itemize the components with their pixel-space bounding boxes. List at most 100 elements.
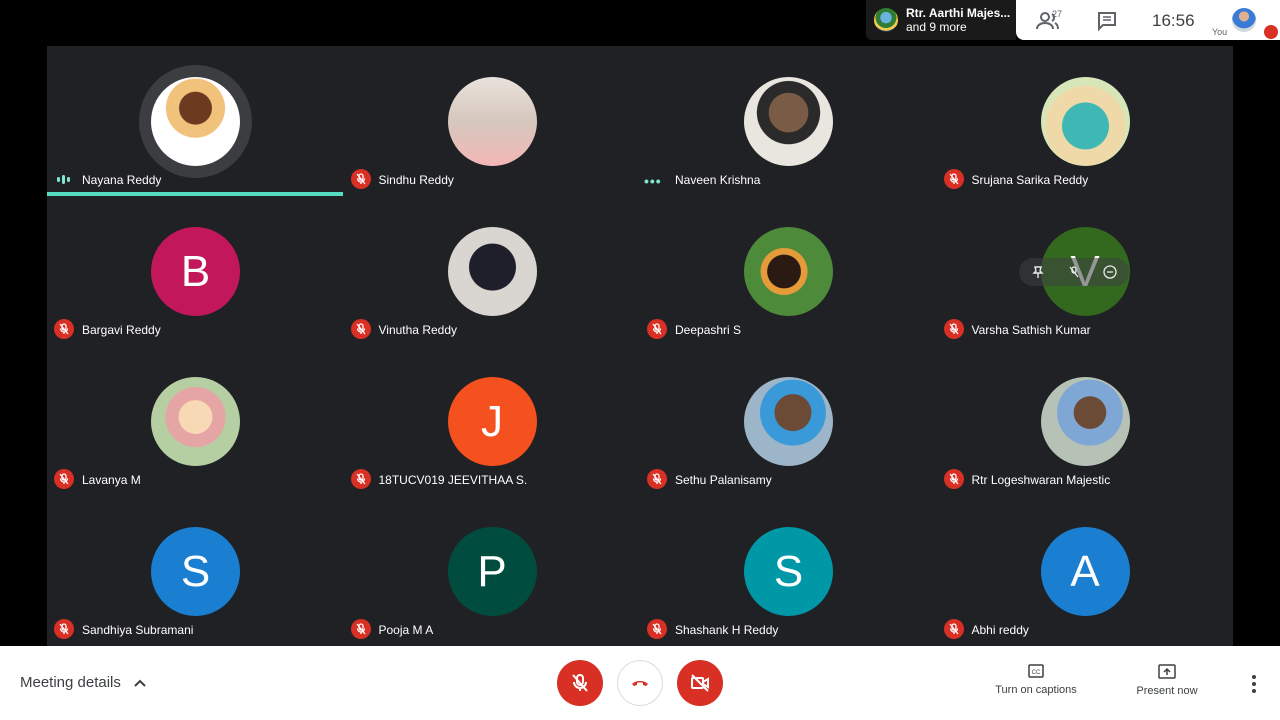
participant-avatar: J [447,377,537,466]
mic-off-icon [350,319,371,339]
participant-tile[interactable]: S Shashank H Reddy [640,496,937,646]
chat-icon[interactable] [1096,10,1118,32]
participant-tile[interactable]: B Bargavi Reddy [47,196,344,346]
participant-tile[interactable]: Nayana Reddy [47,46,344,196]
bottom-bar: Meeting details CC Turn on captions Pres… [0,646,1280,720]
mic-off-icon [647,619,667,639]
meeting-details-button[interactable]: Meeting details [20,674,121,691]
audio-dots-icon: ••• [644,173,662,189]
avatar-letter: B [180,246,211,296]
speaking-indicator-icon [57,174,73,184]
hang-up-button[interactable] [617,660,663,706]
avatar-letter: P [477,546,507,596]
participant-avatar [447,227,537,316]
participant-name: Pooja M A [378,623,434,637]
participant-name: Nayana Reddy [82,173,162,187]
participant-tile[interactable]: Sethu Palanisamy [640,346,937,496]
mic-off-icon [54,319,74,339]
chevron-up-icon[interactable] [133,676,147,690]
participant-avatar: P [447,527,537,616]
participant-name: Sethu Palanisamy [675,473,772,487]
more-options-icon[interactable] [1244,672,1264,696]
avatar-letter: S [180,546,211,596]
people-count: 27 [1052,9,1063,19]
participant-avatar [1040,77,1130,166]
participant-tile[interactable]: S Sandhiya Subramani [47,496,344,646]
tile-hover-controls[interactable] [1018,258,1129,286]
presenter-more: and 9 more [906,20,967,34]
mic-off-icon [647,319,667,339]
participant-avatar [744,377,833,466]
participant-avatar [151,77,240,166]
self-mic-off-icon [1264,25,1278,39]
mic-off-icon [350,469,371,489]
participant-avatar: A [1040,527,1130,616]
participant-name: Abhi reddy [971,623,1029,637]
participant-name: Vinutha Reddy [378,323,458,337]
captions-icon: CC [1028,664,1044,678]
avatar-letter: A [1070,546,1100,596]
present-label: Present now [1136,685,1198,697]
participant-tile[interactable]: J 18TUCV019 JEEVITHAA S. [344,346,641,496]
mic-off-icon [943,469,964,489]
mic-off-icon [54,469,74,489]
present-now-button[interactable]: Present now [1130,664,1204,697]
participant-avatar [744,77,833,166]
mic-toggle-button[interactable] [557,660,603,706]
avatar-letter: J [481,396,503,446]
mic-off-icon [943,619,964,639]
participant-avatar: S [151,527,240,616]
participant-avatar [744,227,833,316]
participant-tile[interactable]: Rtr Logeshwaran Majestic [937,346,1234,496]
mic-off-icon [943,169,964,189]
participant-name: 18TUCV019 JEEVITHAA S. [378,473,528,487]
participant-avatar [447,77,537,166]
participant-tile[interactable]: ••• Naveen Krishna [640,46,937,196]
mic-off-icon [350,619,371,639]
remove-icon[interactable] [1102,265,1117,279]
participant-avatar [1040,377,1130,466]
participant-tile[interactable]: Vinutha Reddy [344,196,641,346]
self-label: You [1212,27,1228,37]
presenter-name: Rtr. Aarthi Majes... [906,6,1011,20]
camera-toggle-button[interactable] [677,660,723,706]
camera-off-icon [691,674,709,692]
participant-name: Rtr Logeshwaran Majestic [971,473,1111,487]
pin-icon[interactable] [1031,265,1045,279]
mic-off-icon [572,674,588,692]
participant-name: Sandhiya Subramani [82,623,194,637]
participant-tile[interactable]: A Abhi reddy [937,496,1234,646]
participant-avatar [151,377,240,466]
clock: 16:56 [1152,11,1195,30]
presenter-chip[interactable]: Rtr. Aarthi Majes... and 9 more [866,0,1016,40]
participant-tile[interactable]: Deepashri S [640,196,937,346]
participant-tile[interactable]: VVarsha Sathish Kumar [937,196,1234,346]
phone-hangup-icon [632,681,648,686]
svg-text:CC: CC [1032,670,1041,676]
top-bar: Rtr. Aarthi Majes... and 9 more 27 16:56… [0,0,1280,46]
present-screen-icon [1158,664,1176,679]
participant-grid: Nayana Reddy Sindhu Reddy ••• Naveen Krishn… [47,46,1233,646]
meet-window: Rtr. Aarthi Majes... and 9 more 27 16:56… [0,0,1280,720]
participant-tile[interactable]: Lavanya M [47,346,344,496]
participant-name: Sindhu Reddy [378,173,454,187]
participant-name: Bargavi Reddy [82,323,161,337]
participant-tile[interactable]: Srujana Sarika Reddy [937,46,1234,196]
avatar-letter: S [773,546,804,596]
top-panel: 27 16:56 You [1016,0,1280,40]
mute-participant-icon[interactable] [1067,265,1081,279]
presenter-logo-icon [874,8,898,32]
participant-name: Srujana Sarika Reddy [971,173,1089,187]
captions-label: Turn on captions [995,684,1077,696]
participant-name: Lavanya M [82,473,141,487]
mic-off-icon [350,169,371,189]
self-avatar[interactable] [1232,8,1256,32]
participant-avatar: B [151,227,240,316]
participant-tile[interactable]: Sindhu Reddy [344,46,641,196]
participant-name: Deepashri S [675,323,742,337]
participant-tile[interactable]: P Pooja M A [344,496,641,646]
participant-avatar: S [744,527,833,616]
mic-off-icon [54,619,74,639]
captions-button[interactable]: CC Turn on captions [992,664,1080,696]
mic-off-icon [647,469,667,489]
